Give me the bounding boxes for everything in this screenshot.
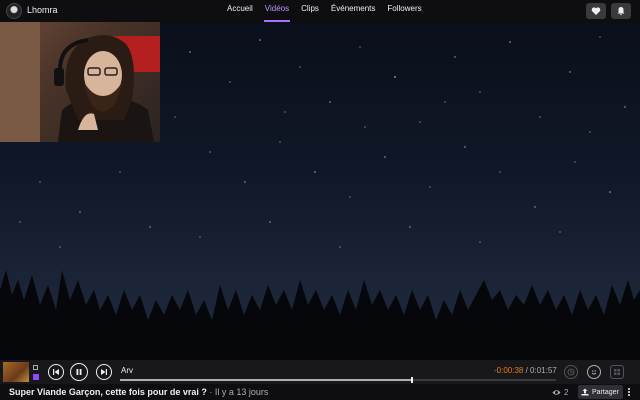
playback-time: -0:00:38 / 0:01:57: [494, 366, 557, 375]
next-button[interactable]: [96, 364, 112, 380]
time-total: 0:01:57: [530, 366, 557, 375]
next-icon: [101, 369, 107, 375]
share-button[interactable]: Partager: [578, 385, 623, 399]
twitch-badge-icon: [33, 374, 39, 380]
video-info-bar: Super Viande Garçon, cette fois pour de …: [0, 384, 640, 400]
webcam-background-shelf: [0, 22, 40, 142]
time-remaining: -0:00:38: [494, 366, 524, 375]
bell-icon: [617, 7, 625, 16]
tab-clips[interactable]: Clips: [300, 0, 320, 22]
mini-player-toggle[interactable]: [32, 363, 40, 381]
video-player[interactable]: [0, 22, 640, 360]
player-controls: Arv -0:00:38 / 0:01:57: [0, 360, 640, 384]
grid-icon: [614, 369, 620, 375]
more-dot: [628, 388, 630, 390]
webcam-overlay: [0, 22, 160, 142]
pause-button[interactable]: [70, 363, 88, 381]
forest-silhouette: [0, 270, 640, 360]
notification-button[interactable]: [611, 3, 631, 19]
tab-evenements[interactable]: Événements: [330, 0, 376, 22]
more-options-button[interactable]: [624, 385, 634, 399]
pause-icon: [76, 369, 82, 375]
viewer-count-value: 2: [564, 388, 569, 397]
window-icon: [33, 365, 38, 370]
follow-button[interactable]: [586, 3, 606, 19]
heart-icon: [591, 7, 601, 15]
emote-button[interactable]: [587, 365, 601, 379]
channel-header: Lhomra Accueil Vidéos Clips Événements F…: [0, 0, 640, 22]
video-title[interactable]: Super Viande Garçon, cette fois pour de …: [9, 387, 207, 397]
emote-icon: [591, 370, 597, 375]
grid-button[interactable]: [610, 365, 624, 379]
seek-bar[interactable]: [120, 377, 556, 383]
previous-icon: [53, 369, 59, 375]
clock-icon: [567, 368, 575, 376]
eye-icon: [552, 390, 561, 395]
more-dot: [628, 391, 630, 393]
video-thumbnail[interactable]: [3, 362, 29, 382]
seek-bar-handle[interactable]: [411, 377, 414, 383]
channel-name[interactable]: Lhomra: [27, 5, 58, 15]
channel-avatar[interactable]: [6, 3, 22, 19]
video-title-line: Super Viande Garçon, cette fois pour de …: [9, 387, 268, 397]
viewer-count: 2: [552, 388, 568, 397]
tab-followers[interactable]: Followers: [386, 0, 422, 22]
previous-button[interactable]: [48, 364, 64, 380]
share-label: Partager: [592, 388, 619, 396]
more-dot: [628, 394, 630, 396]
tab-accueil[interactable]: Accueil: [226, 0, 254, 22]
tab-videos[interactable]: Vidéos: [263, 0, 291, 22]
video-age: · Il y a 13 jours: [206, 387, 269, 397]
webcam-streamer: [54, 35, 154, 142]
share-icon: [581, 388, 589, 396]
seek-bar-fill: [120, 379, 413, 381]
channel-nav: Accueil Vidéos Clips Événements Follower…: [226, 0, 423, 22]
clock-button[interactable]: [564, 365, 578, 379]
track-label: Arv: [121, 366, 133, 375]
